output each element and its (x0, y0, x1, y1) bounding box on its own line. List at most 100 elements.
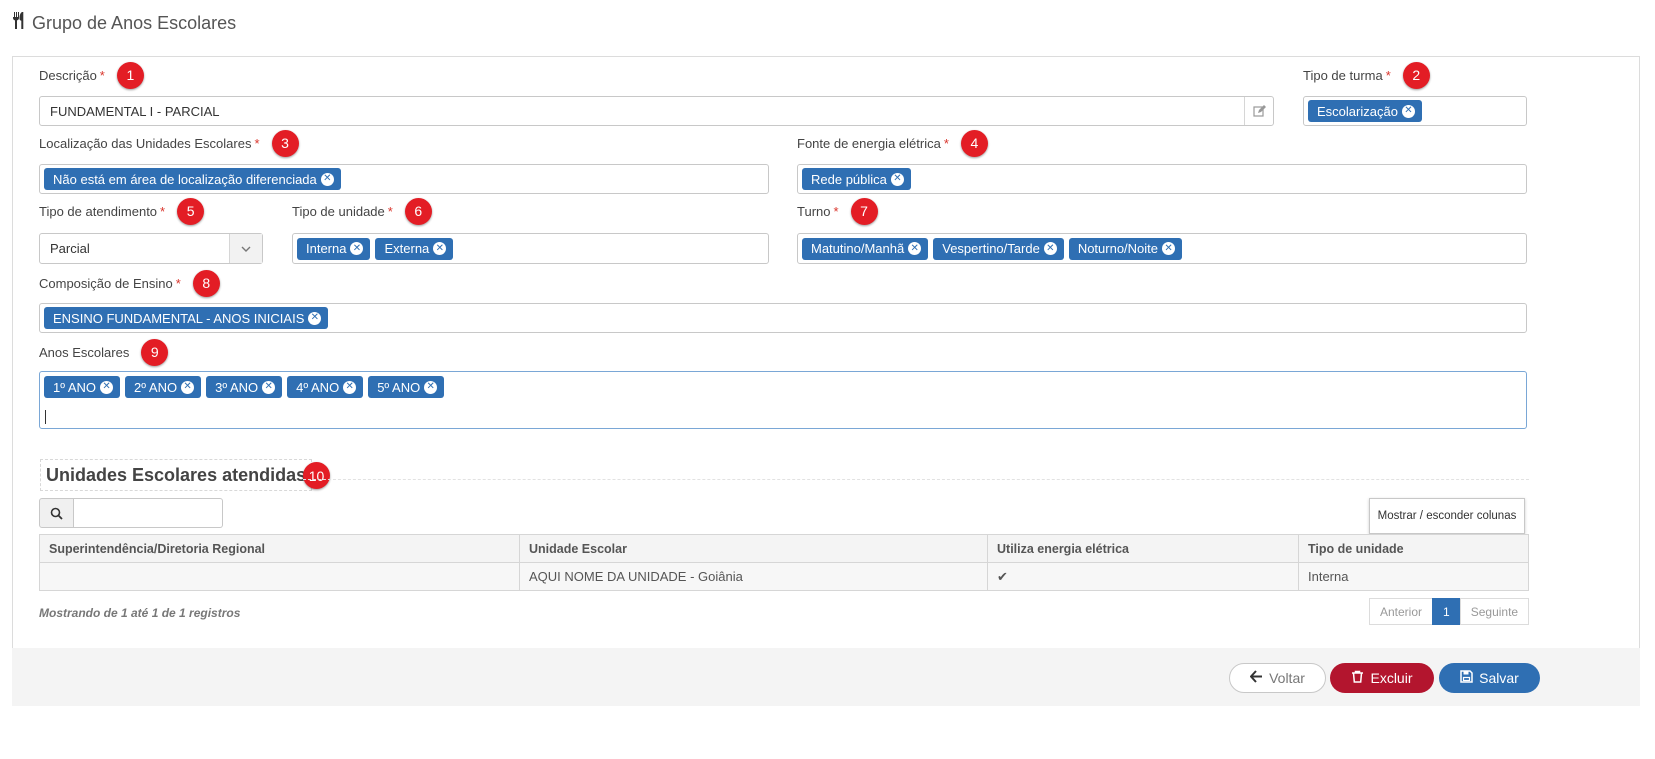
anos-input[interactable]: 1º ANO ✕ 2º ANO ✕ 3º ANO ✕ 4º ANO ✕ 5º A… (39, 371, 1527, 429)
tag-label: 5º ANO (377, 379, 421, 395)
tag-label: Escolarização (1317, 103, 1398, 119)
utensils-icon (12, 12, 26, 34)
localizacao-label: Localização das Unidades Escolares (39, 135, 252, 151)
required-mark: * (254, 135, 260, 151)
remove-tag-icon[interactable]: ✕ (1162, 242, 1176, 255)
tag-label: 2º ANO (134, 379, 178, 395)
arrow-left-icon (1249, 670, 1263, 686)
tipo-turma-label: Tipo de turma (1303, 67, 1383, 83)
tag-externa: Externa ✕ (375, 237, 454, 260)
pagination-page[interactable]: 1 (1432, 598, 1461, 625)
tipo-atendimento-field: Tipo de atendimento * 5 (39, 197, 205, 225)
pagination-next[interactable]: Seguinte (1459, 598, 1530, 625)
tag-localizacao: Não está em área de localização diferenc… (44, 168, 341, 190)
column-header[interactable]: Utiliza energia elétrica (987, 534, 1299, 563)
descricao-field: Descrição * 1 (39, 61, 144, 89)
remove-tag-icon[interactable]: ✕ (181, 380, 195, 394)
tag-label: Externa (384, 241, 430, 256)
marker-6: 6 (404, 197, 432, 225)
column-header[interactable]: Unidade Escolar (519, 534, 988, 563)
remove-tag-icon[interactable]: ✕ (350, 242, 364, 255)
composicao-input[interactable]: ENSINO FUNDAMENTAL - ANOS INICIAIS ✕ (39, 303, 1527, 333)
marker-4: 4 (960, 129, 988, 157)
pagination: Anterior 1 Seguinte (1369, 598, 1530, 625)
fonte-energia-input[interactable]: Rede pública ✕ (797, 164, 1527, 194)
required-mark: * (1385, 67, 1391, 83)
floppy-icon (1460, 670, 1473, 686)
remove-tag-icon[interactable]: ✕ (433, 242, 447, 255)
checkmark-icon: ✔ (987, 562, 1299, 591)
tag-label: Matutino/Manhã (811, 241, 905, 256)
tipo-unidade-field: Tipo de unidade * 6 (292, 197, 432, 225)
tipo-atendimento-select[interactable]: Parcial (39, 233, 263, 264)
remove-tag-icon[interactable]: ✕ (343, 380, 357, 394)
composicao-label: Composição de Ensino (39, 275, 173, 291)
text-caret (45, 410, 46, 424)
remove-tag-icon[interactable]: ✕ (1043, 242, 1057, 255)
column-header[interactable]: Superintendência/Diretoria Regional (39, 534, 520, 563)
remove-tag-icon[interactable]: ✕ (424, 380, 438, 394)
tipo-unidade-input[interactable]: Interna ✕ Externa ✕ (292, 233, 769, 264)
tag-rede-publica: Rede pública ✕ (802, 168, 911, 190)
save-label: Salvar (1479, 670, 1519, 686)
back-label: Voltar (1269, 670, 1305, 686)
tag-label: Vespertino/Tarde (942, 241, 1040, 256)
tag-composicao: ENSINO FUNDAMENTAL - ANOS INICIAIS ✕ (44, 307, 329, 329)
turno-field: Turno * 7 (797, 197, 878, 225)
remove-tag-icon[interactable]: ✕ (320, 172, 334, 186)
tag-label: 1º ANO (53, 379, 97, 395)
pagination-prev[interactable]: Anterior (1369, 598, 1434, 625)
remove-tag-icon[interactable]: ✕ (262, 380, 276, 394)
tag-ano-3: 3º ANO ✕ (206, 376, 283, 398)
tag-ano-5: 5º ANO ✕ (368, 376, 445, 398)
search-input[interactable] (74, 498, 223, 528)
marker-3: 3 (271, 129, 299, 157)
back-button[interactable]: Voltar (1229, 663, 1326, 693)
fonte-energia-field: Fonte de energia elétrica * 4 (797, 129, 988, 157)
descricao-input[interactable]: FUNDAMENTAL I - PARCIAL (39, 96, 1274, 126)
remove-tag-icon[interactable]: ✕ (308, 311, 322, 325)
required-mark: * (175, 275, 181, 291)
marker-8: 8 (192, 269, 220, 297)
tag-label: 4º ANO (296, 379, 340, 395)
divider (303, 479, 1529, 480)
tipo-unidade-label: Tipo de unidade (292, 203, 385, 219)
cell-unidade: AQUI NOME DA UNIDADE - Goiânia (519, 562, 988, 591)
tipo-turma-input[interactable]: Escolarização ✕ (1303, 96, 1527, 126)
trash-icon (1351, 670, 1364, 686)
toggle-columns-button[interactable]: Mostrar / esconder colunas (1369, 498, 1525, 534)
chevron-down-icon[interactable] (229, 234, 262, 263)
tag-label: Noturno/Noite (1077, 241, 1159, 256)
fonte-energia-label: Fonte de energia elétrica (797, 135, 941, 151)
remove-tag-icon[interactable]: ✕ (908, 242, 922, 255)
tag-label: ENSINO FUNDAMENTAL - ANOS INICIAIS (53, 310, 305, 326)
remove-tag-icon[interactable]: ✕ (890, 172, 904, 186)
remove-tag-icon[interactable]: ✕ (100, 380, 114, 394)
anos-field: Anos Escolares 9 (39, 338, 169, 366)
tag-noturno: Noturno/Noite ✕ (1068, 237, 1183, 260)
cell-regional (39, 562, 520, 591)
delete-button[interactable]: Excluir (1330, 663, 1434, 693)
tag-ano-2: 2º ANO ✕ (125, 376, 202, 398)
unidades-section-title: Unidades Escolares atendidas (40, 459, 313, 491)
marker-7: 7 (850, 197, 878, 225)
tag-ano-4: 4º ANO ✕ (287, 376, 364, 398)
descricao-value: FUNDAMENTAL I - PARCIAL (50, 103, 220, 119)
localizacao-input[interactable]: Não está em área de localização diferenc… (39, 164, 769, 194)
table-row[interactable]: AQUI NOME DA UNIDADE - Goiânia ✔ Interna (39, 562, 1529, 591)
page-title: Grupo de Anos Escolares (32, 12, 237, 33)
save-button[interactable]: Salvar (1439, 663, 1540, 693)
remove-tag-icon[interactable]: ✕ (1401, 104, 1415, 118)
localizacao-field: Localização das Unidades Escolares * 3 (39, 129, 299, 157)
required-mark: * (943, 135, 949, 151)
page-header: Grupo de Anos Escolares (12, 12, 236, 34)
column-header[interactable]: Tipo de unidade (1298, 534, 1529, 563)
edit-icon[interactable] (1244, 97, 1273, 125)
required-mark: * (833, 203, 839, 219)
tag-label: Não está em área de localização diferenc… (53, 171, 317, 187)
anos-label: Anos Escolares (39, 344, 130, 360)
form-panel: Descrição * 1 FUNDAMENTAL I - PARCIAL Ti… (12, 56, 1640, 683)
table-info: Mostrando de 1 até 1 de 1 registros (39, 606, 241, 620)
turno-input[interactable]: Matutino/Manhã ✕ Vespertino/Tarde ✕ Notu… (797, 233, 1527, 264)
table-search (39, 498, 223, 528)
